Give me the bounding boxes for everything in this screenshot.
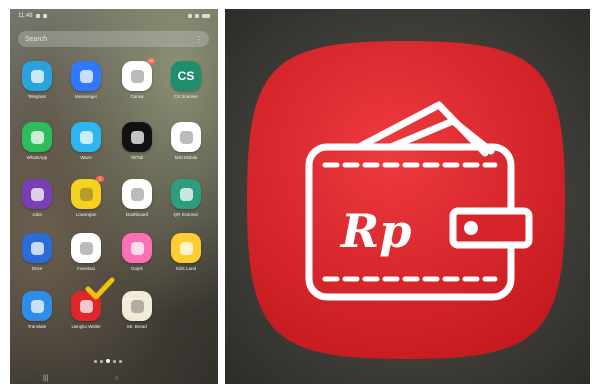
zoomed-icon-panel: Rp: [225, 9, 590, 384]
navigation-bar: ||| ○: [10, 373, 218, 384]
app-glyph: [130, 187, 144, 201]
game-icon[interactable]: [122, 233, 152, 263]
status-bar: 11:48: [10, 9, 218, 23]
phone-screenshot: 11:48 Search ⋮ Telegram Messenger 20 Canva C…: [10, 9, 218, 384]
app-label: Translate: [27, 324, 47, 329]
wifi-icon: [195, 14, 199, 18]
dashboard-icon[interactable]: [122, 179, 152, 209]
app-label: Lowongan: [75, 212, 97, 217]
app-glyph: [79, 69, 93, 83]
wallet-app-icon-large: Rp: [247, 41, 565, 359]
qr-icon[interactable]: [171, 179, 201, 209]
app-label: Mr. Bread: [127, 324, 147, 329]
more-options-icon[interactable]: ⋮: [195, 35, 203, 44]
search-placeholder: Search: [25, 35, 48, 43]
notification-badge: 20: [147, 58, 155, 64]
app-glyph: [79, 187, 93, 201]
app-label: Uangku Wallet: [71, 324, 101, 329]
app-glyph: [179, 187, 193, 201]
app-glyph: [30, 241, 44, 255]
app-label: Messenger: [74, 94, 98, 99]
lowongan-icon[interactable]: 1: [71, 176, 104, 209]
app-label: Jobs: [32, 212, 42, 217]
app-glyph: [79, 299, 93, 313]
canva-icon[interactable]: 20: [122, 58, 155, 91]
app-glyph: [130, 241, 144, 255]
waze-icon[interactable]: [71, 122, 101, 152]
checkmark-icon: [85, 277, 115, 300]
page-indicator: [94, 359, 122, 363]
notification-badge: 1: [96, 176, 104, 182]
app-icon-text: CS: [177, 69, 195, 83]
app-glyph: [30, 130, 44, 144]
page-dot: [94, 359, 97, 363]
camscanner-icon[interactable]: CS: [171, 61, 201, 91]
app-glyph: [79, 241, 93, 255]
app-label: CS Scanner: [173, 94, 199, 99]
recent-apps-icon[interactable]: |||: [43, 375, 48, 382]
page-dot-active: [106, 359, 110, 363]
app-label: Dashboard: [125, 212, 148, 217]
app-label: QR Scanner: [173, 212, 199, 217]
telegram-icon[interactable]: [22, 61, 52, 91]
app-glyph: [179, 241, 193, 255]
app-label: Waze: [80, 155, 92, 160]
app-glyph: [130, 69, 144, 83]
app-glyph: [79, 130, 93, 144]
app-glyph: [179, 130, 193, 144]
translate-icon[interactable]: [22, 291, 52, 321]
drive-icon[interactable]: [22, 233, 52, 263]
notification-icon: [35, 14, 40, 18]
page-dot: [119, 359, 122, 363]
app-glyph: [30, 187, 44, 201]
bread-icon[interactable]: [122, 291, 152, 321]
app-glyph: [130, 130, 144, 144]
app-label: WhatsApp: [26, 155, 48, 160]
page-dot: [100, 359, 103, 363]
app-glyph: [130, 299, 144, 313]
clasp-button: [464, 221, 478, 235]
app-label: Investasi: [77, 266, 95, 271]
app-label: Telegram: [27, 94, 47, 99]
app-label: Drive: [31, 266, 43, 271]
app-label: Kids Land: [175, 266, 196, 271]
app-glyph: [30, 69, 44, 83]
wa-icon[interactable]: [22, 122, 52, 152]
tiktok-icon[interactable]: [122, 122, 152, 152]
app-label: MSI Mobile: [174, 155, 198, 160]
jobs-icon[interactable]: [22, 179, 52, 209]
app-label: Gojek: [131, 266, 143, 271]
app-label: TikTok: [130, 155, 144, 160]
app-label: Canva: [130, 94, 144, 99]
app-glyph: [30, 299, 44, 313]
msi-icon[interactable]: [171, 122, 201, 152]
status-time: 11:48: [18, 13, 33, 19]
currency-label: Rp: [339, 204, 411, 258]
home-icon[interactable]: ○: [115, 375, 119, 382]
search-bar[interactable]: Search ⋮: [18, 31, 209, 47]
page-dot: [113, 359, 116, 363]
invest-icon[interactable]: [71, 233, 101, 263]
squircle-background: [247, 41, 565, 359]
signal-icon: [188, 14, 192, 18]
kids-icon[interactable]: [171, 233, 201, 263]
battery-icon: [202, 14, 210, 18]
messenger-icon[interactable]: [71, 61, 101, 91]
notification-icon: [42, 14, 47, 18]
